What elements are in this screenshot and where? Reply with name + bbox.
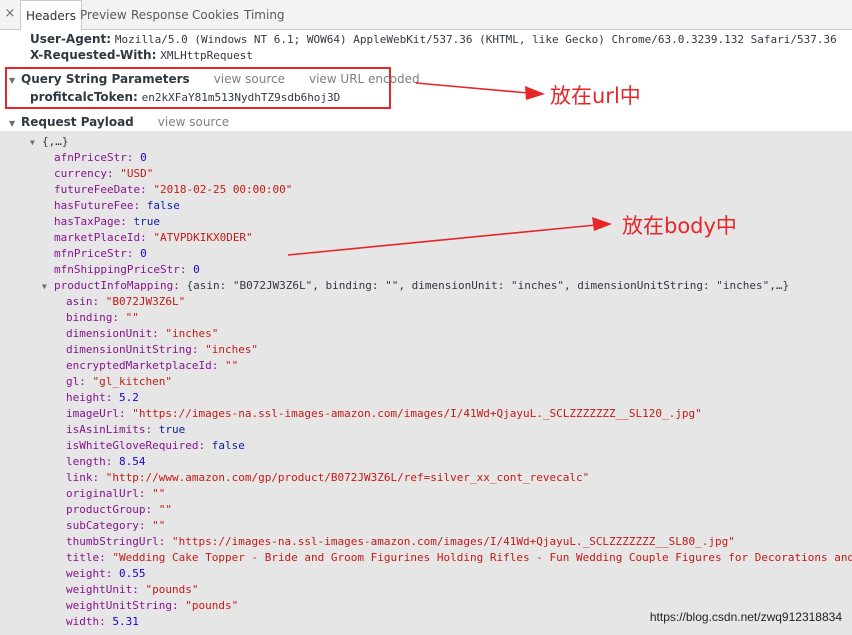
annotation-arrows bbox=[287, 82, 612, 256]
arrow-body-head bbox=[592, 217, 612, 231]
arrow-body-line bbox=[287, 224, 597, 256]
watermark: https://blog.csdn.net/zwq912318834 bbox=[649, 610, 842, 624]
annotation-url-note: 放在url中 bbox=[550, 84, 641, 108]
annotation-body-note: 放在body中 bbox=[622, 214, 737, 238]
arrow-url-line bbox=[415, 82, 529, 94]
arrow-url-head bbox=[525, 86, 545, 100]
